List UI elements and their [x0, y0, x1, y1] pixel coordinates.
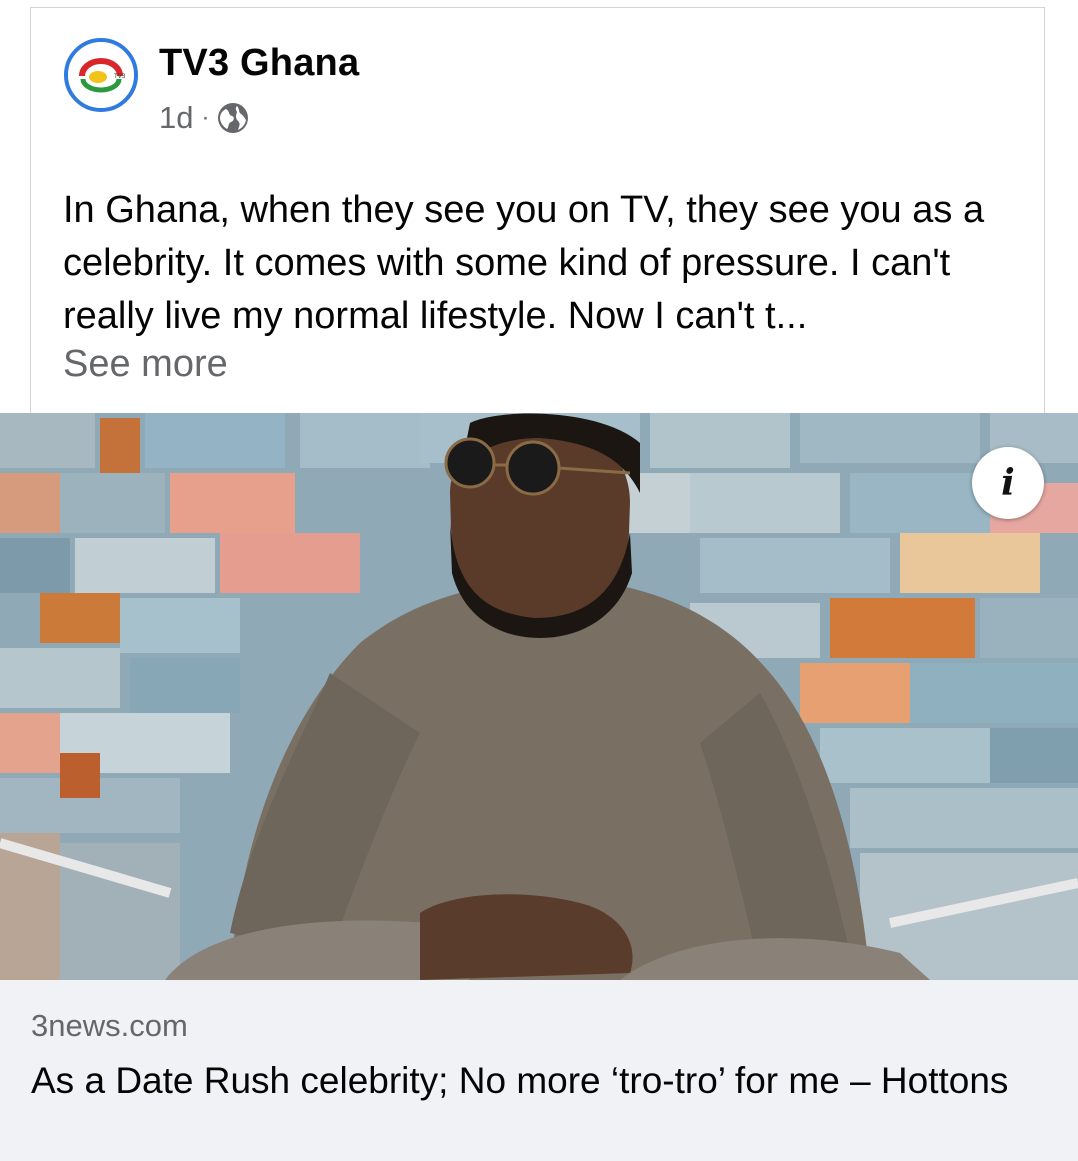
post-image[interactable] — [0, 413, 1078, 980]
link-preview[interactable]: 3news.com As a Date Rush celebrity; No m… — [0, 980, 1078, 1161]
link-domain: 3news.com — [31, 1008, 188, 1043]
logo-text: TV3 — [113, 73, 126, 80]
post-text: In Ghana, when they see you on TV, they … — [63, 189, 985, 337]
see-more-link[interactable]: See more — [63, 343, 228, 386]
info-icon: i — [1001, 462, 1015, 504]
meta-separator: · — [201, 104, 210, 131]
tv3-logo-icon: TV3 — [68, 42, 134, 108]
globe-icon[interactable] — [217, 102, 249, 134]
info-button[interactable]: i — [972, 447, 1044, 519]
page-avatar[interactable]: TV3 — [64, 38, 138, 112]
man-sitting-photo — [0, 413, 1078, 980]
post-time[interactable]: 1d — [159, 100, 193, 136]
post-meta: 1d · — [159, 100, 249, 136]
page-name[interactable]: TV3 Ghana — [159, 42, 359, 85]
post-card: TV3 TV3 Ghana 1d · In Ghana, when they s… — [30, 7, 1045, 413]
link-headline[interactable]: As a Date Rush celebrity; No more ‘tro-t… — [31, 1054, 1031, 1107]
